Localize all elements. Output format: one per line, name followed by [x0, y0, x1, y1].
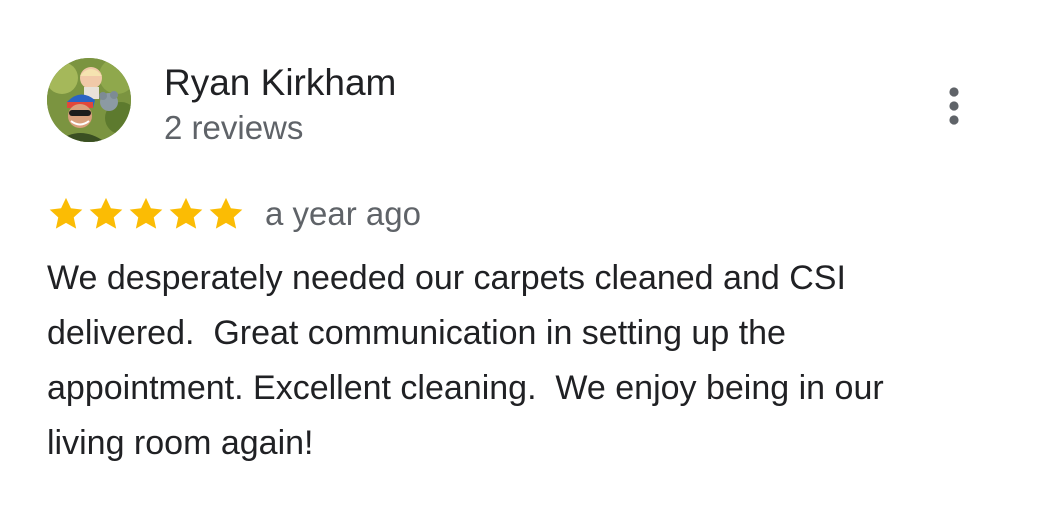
star-icon [49, 197, 83, 229]
review-date: a year ago [265, 195, 421, 232]
reviewer-avatar[interactable] [47, 58, 131, 142]
star-icon [89, 197, 123, 229]
review-card: Ryan Kirkham 2 reviews a year ago We des… [0, 0, 1038, 505]
star-rating [47, 195, 245, 233]
star-icon [169, 197, 203, 229]
reviewer-name[interactable]: Ryan Kirkham [164, 62, 396, 104]
star-icon [129, 197, 163, 229]
more-vert-icon [949, 87, 959, 125]
review-text: We desperately needed our carpets cleane… [47, 259, 884, 462]
rating-row: a year ago [47, 193, 421, 235]
star-icon [209, 197, 243, 229]
avatar-photo-icon [47, 58, 131, 142]
review-count: 2 reviews [164, 109, 304, 146]
more-options-button[interactable] [930, 82, 978, 130]
